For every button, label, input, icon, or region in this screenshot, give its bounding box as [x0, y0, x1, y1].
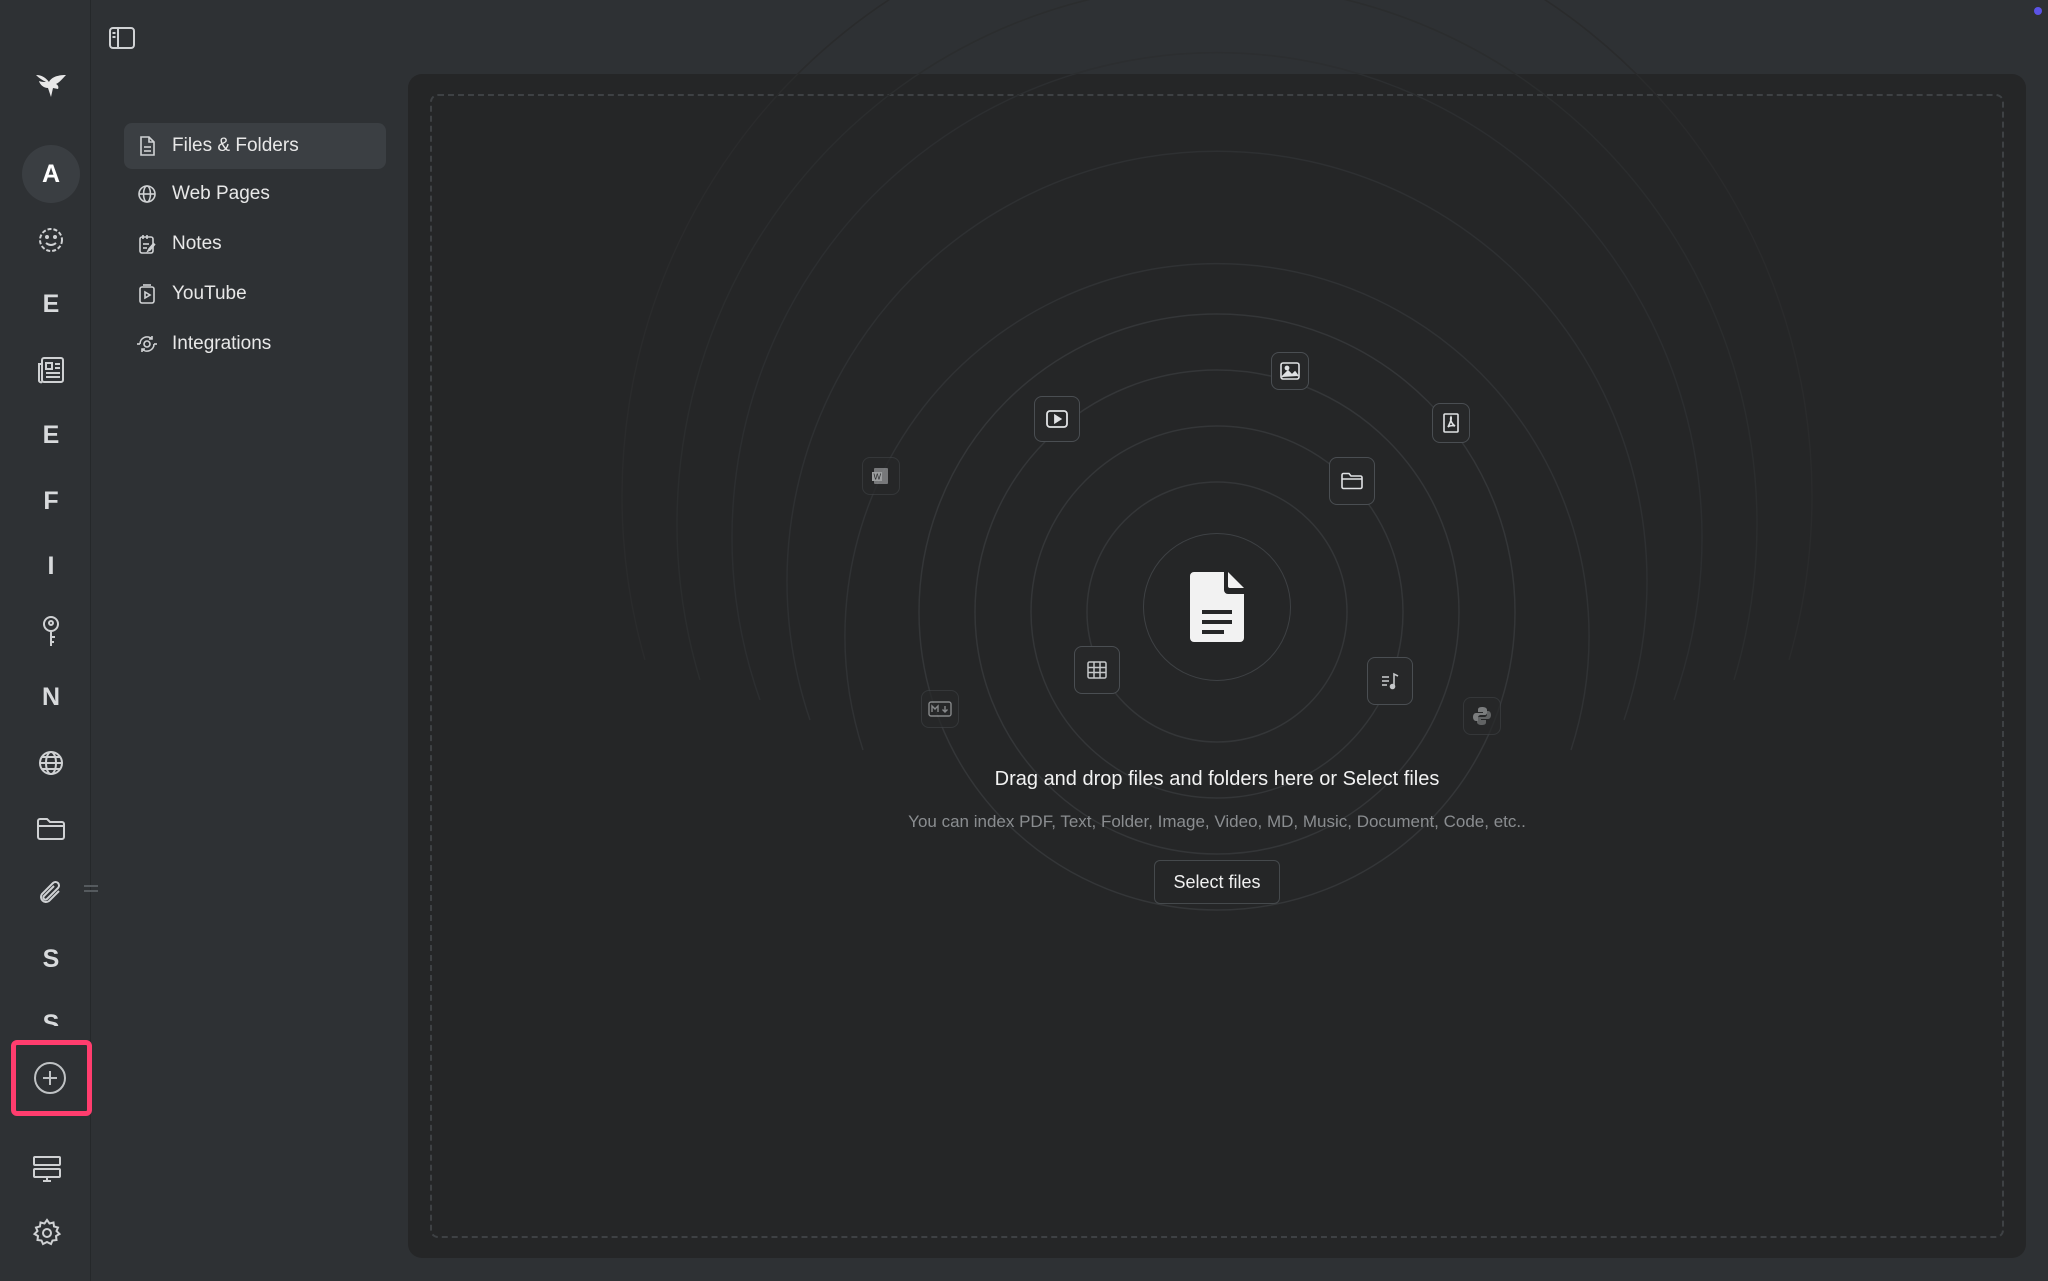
- dropzone-subtitle: You can index PDF, Text, Folder, Image, …: [908, 812, 1526, 831]
- pdf-chip: [1432, 403, 1470, 443]
- svg-text:W: W: [874, 473, 882, 482]
- python-chip: [1463, 697, 1501, 735]
- pdf-icon: [1443, 413, 1459, 433]
- word-doc-icon: W: [872, 468, 888, 484]
- music-chip: [1367, 657, 1413, 705]
- document-icon: [1190, 572, 1244, 642]
- table-chip: [1074, 646, 1120, 694]
- python-icon: [1473, 707, 1491, 725]
- decorative-rings: [621, 0, 1813, 911]
- table-icon: [1087, 661, 1107, 679]
- video-chip: [1034, 396, 1080, 442]
- markdown-chip: [921, 690, 959, 728]
- image-chip: [1271, 352, 1309, 390]
- music-icon: [1382, 672, 1399, 690]
- dropzone-title: Drag and drop files and folders here or …: [994, 768, 1440, 790]
- image-icon: [1280, 362, 1300, 380]
- video-play-icon: [1046, 410, 1068, 428]
- select-files-button[interactable]: Select files: [1154, 860, 1280, 904]
- folder-icon: [1341, 472, 1363, 490]
- markdown-icon: [928, 701, 952, 717]
- word-chip: W: [862, 457, 900, 495]
- center-doc: [1143, 533, 1291, 681]
- folder-chip: [1329, 457, 1375, 505]
